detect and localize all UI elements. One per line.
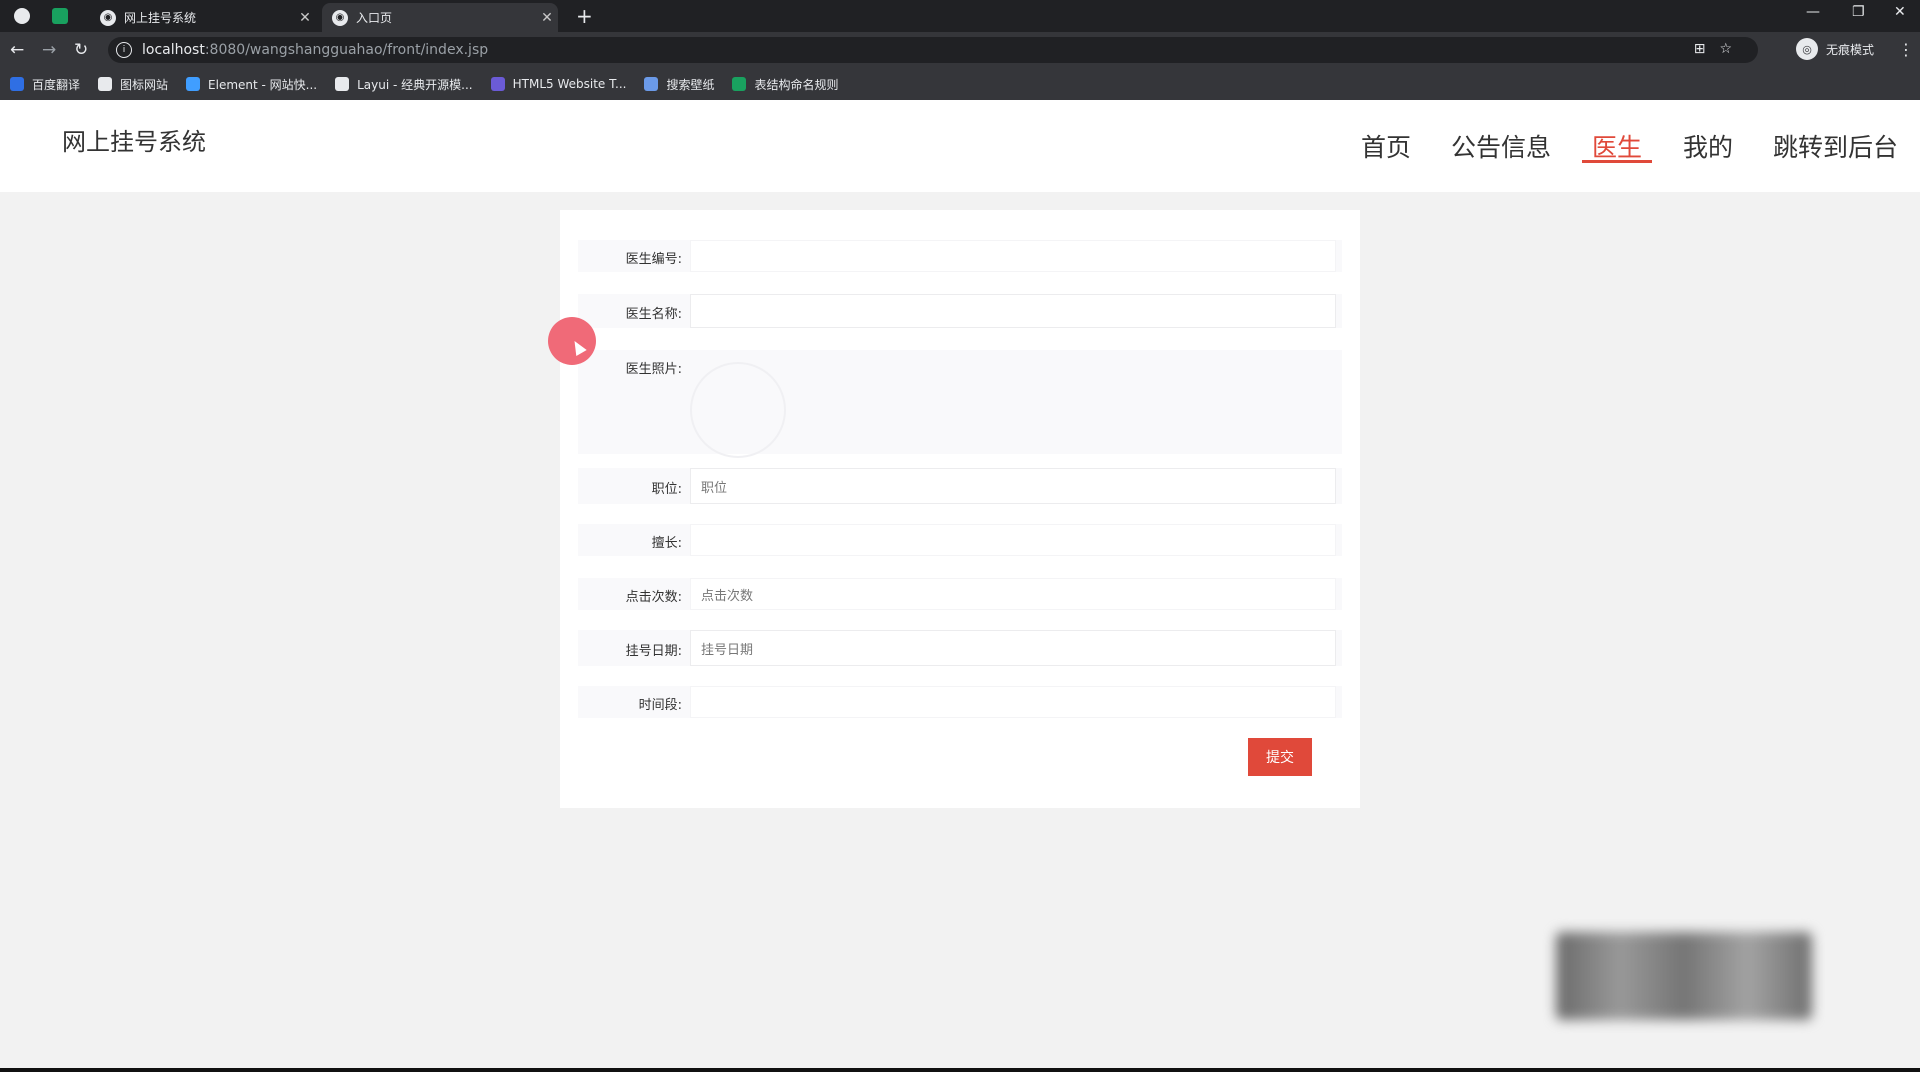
back-icon[interactable]: ←: [10, 40, 24, 60]
pinned-tab-icon[interactable]: [52, 8, 68, 24]
address-bar[interactable]: i localhost:8080/wangshangguahao/front/i…: [108, 37, 1758, 63]
site-header: 网上挂号系统 首页 公告信息 医生 我的 跳转到后台: [0, 100, 1920, 192]
incognito-profile[interactable]: ◎ 无痕模式: [1796, 38, 1874, 60]
submit-button[interactable]: 提交: [1248, 738, 1312, 776]
photo-upload[interactable]: [690, 362, 786, 458]
bookmark-label: HTML5 Website T...: [512, 77, 627, 91]
close-icon[interactable]: ✕: [536, 10, 558, 26]
browser-toolbar: ← → ↻ i localhost:8080/wangshangguahao/f…: [0, 32, 1920, 68]
form-row-doctor-name: 医生名称:: [578, 294, 1342, 328]
url-host: localhost: [142, 42, 205, 58]
form-label: 擅长:: [651, 536, 682, 551]
form-label: 职位:: [651, 482, 682, 497]
register-date-input[interactable]: 挂号日期: [690, 630, 1336, 666]
bookmarks-bar: 百度翻译 图标网站 Element - 网站快... Layui - 经典开源模…: [0, 68, 1920, 100]
form-label: 时间段:: [638, 698, 682, 713]
chrome-icon[interactable]: [14, 8, 30, 24]
globe-icon: ◉: [100, 9, 116, 26]
doctor-name-input[interactable]: [690, 294, 1336, 328]
close-icon[interactable]: ✕: [294, 10, 316, 26]
html5-icon: [490, 77, 505, 91]
bookmark-item[interactable]: 百度翻译: [10, 76, 80, 93]
nav-home[interactable]: 首页: [1361, 128, 1411, 164]
form-row-doctor-photo: 医生照片:: [578, 350, 1342, 458]
form-row-doctor-id: 医生编号:: [578, 240, 1342, 272]
form-row-time-slot: 时间段:: [578, 686, 1342, 718]
tab-wangshangguahao[interactable]: ◉ 网上挂号系统 ✕: [90, 3, 316, 32]
bookmark-label: 搜索壁纸: [666, 77, 715, 92]
tab-title: 网上挂号系统: [124, 11, 197, 25]
incognito-icon: ◎: [1796, 38, 1818, 60]
star-icon[interactable]: ⊞☆: [1694, 41, 1746, 57]
element-icon: [186, 77, 201, 91]
bookmark-item[interactable]: 表结构命名规则: [732, 76, 838, 93]
close-window-icon[interactable]: ✕: [1894, 4, 1906, 20]
bookmark-label: Layui - 经典开源模...: [357, 77, 473, 92]
active-nav-underline: [1582, 160, 1652, 163]
form-row-click-count: 点击次数: 点击次数: [578, 578, 1342, 610]
minimize-icon[interactable]: —: [1806, 4, 1820, 20]
flag-icon: [98, 77, 113, 91]
wallpaper-icon: [644, 77, 659, 91]
sheet-icon: [732, 77, 747, 91]
time-slot-input[interactable]: [690, 686, 1336, 718]
doctor-form: 医生编号: 医生名称: 医生照片: 职位: 职位 擅长: 点击次数: 点击次数 …: [560, 210, 1360, 808]
bookmark-label: 表结构命名规则: [754, 77, 839, 92]
form-label: 挂号日期:: [625, 644, 682, 659]
nav-backend[interactable]: 跳转到后台: [1773, 128, 1898, 164]
new-tab-icon[interactable]: +: [576, 4, 593, 28]
specialty-input[interactable]: [690, 524, 1336, 556]
nav-mine[interactable]: 我的: [1683, 128, 1733, 164]
bookmark-item[interactable]: Element - 网站快...: [186, 76, 317, 93]
position-input[interactable]: 职位: [690, 468, 1336, 504]
blurred-overlay: [1556, 932, 1812, 1020]
bookmark-label: Element - 网站快...: [208, 77, 318, 92]
bookmark-icon: [10, 77, 24, 91]
reload-icon[interactable]: ↻: [74, 40, 88, 60]
form-label: 点击次数:: [625, 590, 682, 605]
nav-doctors[interactable]: 医生: [1592, 128, 1642, 164]
bookmark-item[interactable]: Layui - 经典开源模...: [335, 76, 473, 93]
browser-tab-bar: ◉ 网上挂号系统 ✕ ◉ 入口页 ✕ + — ❐ ✕: [0, 0, 1920, 32]
form-label: 医生照片:: [625, 362, 682, 377]
profile-label: 无痕模式: [1826, 42, 1875, 57]
nav-announcements[interactable]: 公告信息: [1451, 128, 1551, 164]
info-icon[interactable]: i: [116, 42, 132, 58]
click-count-input[interactable]: 点击次数: [690, 578, 1336, 610]
form-row-specialty: 擅长:: [578, 524, 1342, 556]
site-logo[interactable]: 网上挂号系统: [62, 122, 206, 157]
bookmark-item[interactable]: 搜索壁纸: [644, 76, 714, 93]
forward-icon[interactable]: →: [42, 40, 56, 60]
form-row-position: 职位: 职位: [578, 468, 1342, 504]
bottom-edge: [0, 1068, 1920, 1072]
bookmark-item[interactable]: HTML5 Website T...: [490, 77, 627, 91]
bookmark-label: 百度翻译: [32, 77, 81, 92]
bookmark-label: 图标网站: [120, 77, 169, 92]
form-row-register-date: 挂号日期: 挂号日期: [578, 630, 1342, 666]
restore-icon[interactable]: ❐: [1852, 4, 1865, 20]
bookmark-item[interactable]: 图标网站: [98, 76, 168, 93]
form-label: 医生名称:: [625, 307, 682, 322]
url-path: :8080/wangshangguahao/front/index.jsp: [204, 42, 489, 58]
tab-entry-page[interactable]: ◉ 入口页 ✕: [322, 3, 558, 32]
tab-title: 入口页: [356, 11, 393, 25]
doctor-id-input[interactable]: [690, 240, 1336, 272]
globe-icon: ◉: [332, 9, 348, 26]
more-menu-icon[interactable]: ⋮: [1898, 40, 1914, 59]
form-label: 医生编号:: [625, 252, 682, 267]
layui-icon: [335, 77, 350, 91]
